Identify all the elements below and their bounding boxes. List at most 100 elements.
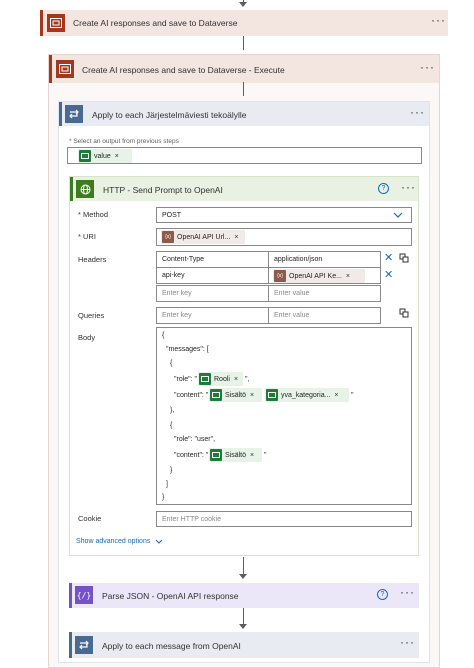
close-icon[interactable]: × bbox=[250, 452, 254, 459]
variable-icon: {x} bbox=[162, 231, 174, 243]
body-line: " bbox=[351, 392, 354, 399]
scope-header[interactable]: Create AI responses and save to Datavers… bbox=[49, 55, 439, 83]
token-label: OpenAI API Ke... bbox=[289, 272, 342, 280]
body-line: "role": " bbox=[174, 376, 198, 383]
loop-title: Apply to each Järjestelmäviesti tekoälyl… bbox=[92, 110, 247, 120]
show-advanced-label: Show advanced options bbox=[76, 538, 151, 545]
variable-icon: {x} bbox=[274, 270, 286, 282]
body-line: } bbox=[170, 467, 173, 474]
show-advanced-options-link[interactable]: Show advanced options bbox=[76, 538, 163, 545]
scope-title: Create AI responses and save to Datavers… bbox=[82, 65, 285, 75]
step-create-ai-responses[interactable]: Create AI responses and save to Datavers… bbox=[40, 10, 448, 36]
close-icon[interactable]: × bbox=[115, 153, 119, 160]
body-label: Body bbox=[78, 333, 96, 342]
enter-value-placeholder: Enter value bbox=[274, 312, 310, 319]
body-line: { bbox=[170, 422, 173, 429]
header-value-1[interactable]: application/json bbox=[268, 251, 381, 268]
step-http-send-prompt: HTTP - Send Prompt to OpenAI ? ··· * Met… bbox=[69, 176, 419, 556]
token-label: Rooli bbox=[214, 375, 230, 383]
switch-mode-icon[interactable] bbox=[399, 308, 409, 318]
cookie-field[interactable]: Enter HTTP cookie bbox=[156, 511, 412, 527]
token-label: yva_kategoria... bbox=[281, 391, 331, 399]
scope-menu-button[interactable]: ··· bbox=[420, 61, 435, 73]
method-value: POST bbox=[162, 212, 182, 219]
select-output-label: * Select an output from previous steps bbox=[69, 138, 179, 145]
remove-header-icon[interactable]: ✕ bbox=[384, 251, 393, 264]
uri-field[interactable]: {x} OpenAI API Url... × bbox=[156, 228, 412, 246]
help-icon[interactable]: ? bbox=[378, 183, 389, 194]
dataverse-icon bbox=[210, 389, 222, 401]
header-key-1[interactable]: Content-Type bbox=[156, 251, 269, 268]
body-line: ] bbox=[166, 481, 168, 488]
cookie-placeholder: Enter HTTP cookie bbox=[162, 516, 222, 523]
openai-api-key-token[interactable]: {x} OpenAI API Ke... × bbox=[273, 269, 365, 283]
close-icon[interactable]: × bbox=[346, 273, 350, 280]
token-label: value bbox=[94, 152, 111, 160]
close-icon[interactable]: × bbox=[250, 392, 254, 399]
code-braces-icon: {/} bbox=[75, 586, 93, 604]
remove-header-icon[interactable]: ✕ bbox=[384, 268, 393, 281]
enter-value-placeholder: Enter value bbox=[274, 290, 310, 297]
rooli-token[interactable]: Rooli × bbox=[198, 372, 243, 386]
body-line: { bbox=[162, 332, 165, 339]
help-icon[interactable]: ? bbox=[377, 589, 388, 600]
connector-arrowhead bbox=[239, 574, 247, 579]
enter-key-placeholder: Enter key bbox=[162, 290, 192, 297]
cookie-label: Cookie bbox=[78, 514, 102, 523]
loop-menu-button[interactable]: ··· bbox=[410, 106, 425, 118]
body-line: { bbox=[170, 360, 173, 367]
body-line: }, bbox=[170, 407, 175, 414]
sisalto-token[interactable]: Sisältö × bbox=[209, 388, 262, 402]
connector bbox=[243, 82, 244, 96]
body-editor[interactable]: { "messages": [ { "role": " Rooli × ", "… bbox=[156, 327, 412, 505]
http-header[interactable]: HTTP - Send Prompt to OpenAI ? ··· bbox=[70, 177, 418, 201]
dataverse-icon bbox=[210, 449, 222, 461]
yva-kategoria-token[interactable]: yva_kategoria... × bbox=[265, 388, 349, 402]
http-menu-button[interactable]: ··· bbox=[401, 181, 416, 193]
token-label: Sisältö bbox=[225, 391, 247, 399]
headers-label: Headers bbox=[78, 255, 107, 264]
header-value-2[interactable]: {x} OpenAI API Ke... × bbox=[268, 267, 381, 284]
close-icon[interactable]: × bbox=[334, 392, 338, 399]
body-line: ", bbox=[245, 376, 250, 383]
sisalto-token[interactable]: Sisältö × bbox=[209, 448, 262, 462]
step-apply-to-each-message[interactable]: Apply to each message from OpenAI ··· bbox=[69, 632, 419, 658]
body-line: "messages": [ bbox=[166, 346, 209, 353]
openai-api-url-token[interactable]: {x} OpenAI API Url... × bbox=[161, 230, 245, 244]
method-select[interactable]: POST bbox=[156, 207, 412, 223]
header-key-2[interactable]: api-key bbox=[156, 267, 269, 284]
dataverse-icon bbox=[79, 150, 91, 162]
method-label: * Method bbox=[78, 210, 109, 219]
header-value-new[interactable]: Enter value bbox=[268, 285, 381, 302]
body-line: " bbox=[264, 452, 267, 459]
connector bbox=[243, 608, 244, 625]
select-output-field[interactable]: value × bbox=[67, 147, 422, 164]
close-icon[interactable]: × bbox=[234, 376, 238, 383]
body-line: } bbox=[162, 494, 165, 501]
step-parse-json[interactable]: {/} Parse JSON - OpenAI API response ? ·… bbox=[69, 583, 419, 608]
enter-key-placeholder: Enter key bbox=[162, 312, 192, 319]
queries-label: Queries bbox=[78, 311, 105, 320]
header-key-new[interactable]: Enter key bbox=[156, 285, 269, 302]
uri-label: * URI bbox=[78, 232, 96, 241]
body-line: "content": " bbox=[174, 452, 209, 459]
token-label: OpenAI API Url... bbox=[177, 233, 231, 241]
token-label: Sisältö bbox=[225, 451, 247, 459]
loop-icon bbox=[65, 105, 83, 123]
step-menu-button[interactable]: ··· bbox=[431, 14, 446, 26]
step-title: Create AI responses and save to Datavers… bbox=[73, 18, 238, 28]
globe-icon bbox=[76, 180, 94, 198]
loop-header[interactable]: Apply to each Järjestelmäviesti tekoälyl… bbox=[59, 102, 429, 126]
parse-title: Parse JSON - OpenAI API response bbox=[102, 591, 239, 601]
parse-menu-button[interactable]: ··· bbox=[400, 586, 415, 598]
query-value-new[interactable]: Enter value bbox=[268, 307, 381, 324]
http-title: HTTP - Send Prompt to OpenAI bbox=[103, 185, 223, 195]
body-line: "content": " bbox=[174, 392, 209, 399]
query-key-new[interactable]: Enter key bbox=[156, 307, 269, 324]
switch-mode-icon[interactable] bbox=[399, 253, 409, 263]
close-icon[interactable]: × bbox=[234, 234, 238, 241]
dataverse-icon bbox=[266, 389, 278, 401]
apply-message-menu-button[interactable]: ··· bbox=[400, 636, 415, 648]
header-value-text: application/json bbox=[274, 256, 323, 263]
value-token[interactable]: value × bbox=[78, 149, 132, 163]
